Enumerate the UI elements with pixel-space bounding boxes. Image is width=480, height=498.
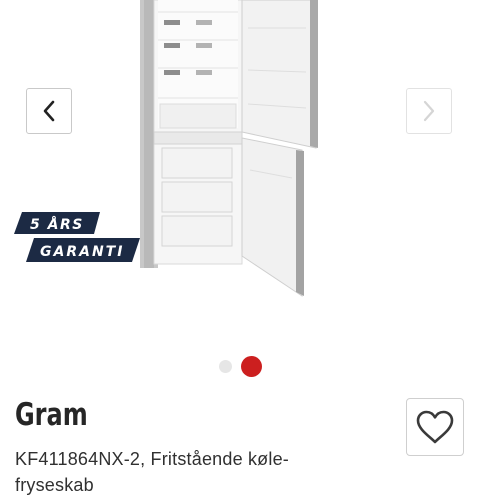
next-image-button[interactable] bbox=[406, 88, 452, 134]
product-name: KF411864NX-2, Fritstående køle-fryseskab bbox=[15, 449, 289, 495]
product-image bbox=[140, 0, 318, 297]
carousel-pagination bbox=[0, 356, 480, 377]
chevron-right-icon bbox=[423, 100, 435, 122]
heart-outline-icon bbox=[416, 410, 454, 444]
carousel-dot-2-active[interactable] bbox=[241, 356, 262, 377]
previous-image-button[interactable] bbox=[26, 88, 72, 134]
warranty-badge: 5 ÅRS GARANTI bbox=[14, 212, 140, 262]
favorite-button[interactable] bbox=[406, 398, 464, 456]
chevron-left-icon bbox=[43, 100, 55, 122]
carousel-dot-1[interactable] bbox=[219, 360, 232, 373]
warranty-badge-line1: 5 ÅRS bbox=[30, 216, 84, 233]
warranty-badge-line2: GARANTI bbox=[40, 244, 124, 260]
product-image-gallery: 5 ÅRS GARANTI bbox=[0, 0, 480, 340]
product-brand: Gram bbox=[15, 397, 88, 433]
